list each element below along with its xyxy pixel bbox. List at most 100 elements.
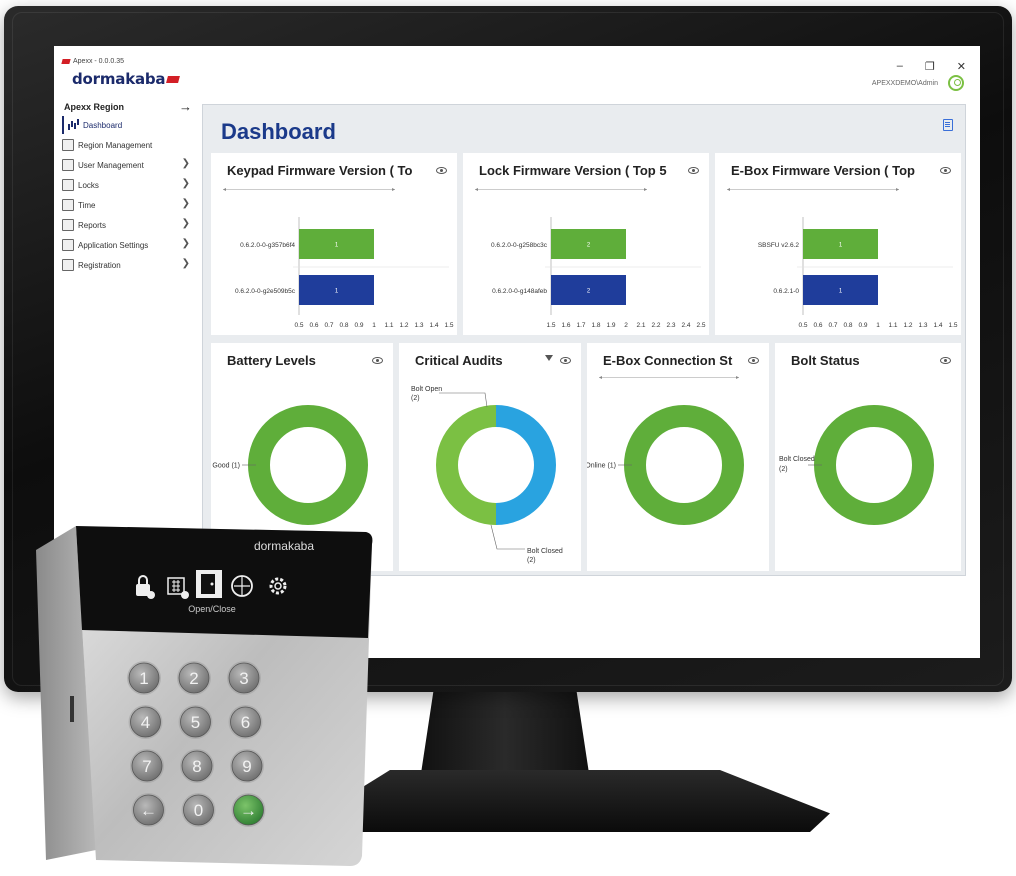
collapse-arrow-icon[interactable]: → xyxy=(179,99,192,114)
sidebar-item-label: Locks xyxy=(78,180,99,190)
x-tick-label: 1.5 xyxy=(948,322,957,329)
monitor-stand-neck xyxy=(420,690,590,780)
sidebar-item-application-settings[interactable]: Application Settings ❯ xyxy=(62,236,192,254)
x-tick-label: 2.3 xyxy=(666,322,675,329)
building-icon xyxy=(62,139,74,151)
x-tick-label: 1.5 xyxy=(546,322,555,329)
keypad-key-6[interactable]: 6 xyxy=(228,705,263,739)
data-label: 2 xyxy=(587,243,591,249)
filter-icon[interactable] xyxy=(545,355,553,361)
chart-scrollbar[interactable]: ◂ ▸ xyxy=(475,187,647,195)
bar-app xyxy=(551,275,626,305)
donut-slice xyxy=(496,405,556,525)
x-tick-label: 1.2 xyxy=(903,322,912,329)
close-button[interactable]: ✕ xyxy=(957,60,966,73)
keypad-key-7[interactable]: 7 xyxy=(130,749,164,783)
registration-icon xyxy=(62,259,74,271)
eye-icon[interactable] xyxy=(560,357,571,364)
svg-text:5: 5 xyxy=(191,713,200,732)
user-avatar-icon[interactable] xyxy=(948,75,964,91)
slice-label: (2) xyxy=(527,557,536,564)
chevron-right-icon: ❯ xyxy=(181,218,190,229)
keypad-key-1[interactable]: 1 xyxy=(127,661,161,695)
sidebar-item-region-management[interactable]: Region Management xyxy=(62,136,192,154)
chart-scrollbar[interactable]: ◂ ▸ xyxy=(599,375,739,383)
svg-text:9: 9 xyxy=(242,757,251,776)
x-tick-label: 1.8 xyxy=(591,322,600,329)
logo-flag-icon xyxy=(166,76,181,83)
report-icon xyxy=(62,219,74,231)
sidebar-item-time[interactable]: Time ❯ xyxy=(62,196,192,214)
data-label: 1 xyxy=(839,289,843,295)
eye-icon[interactable] xyxy=(372,357,383,364)
category-label: 0.6.2.0-0-g258bc3c xyxy=(491,242,548,249)
sidebar-item-locks[interactable]: Locks ❯ xyxy=(62,176,192,194)
x-tick-label: 0.6 xyxy=(309,322,318,329)
bar-boot xyxy=(299,229,374,259)
x-tick-label: 2.1 xyxy=(636,322,645,329)
x-tick-label: 1.6 xyxy=(561,322,570,329)
data-label: 2 xyxy=(587,289,591,295)
donut-slice xyxy=(624,405,744,525)
critical-audits-chart: Bolt Open (2) Bolt Closed (2) xyxy=(411,386,563,564)
x-tick-label: 1.1 xyxy=(384,322,393,329)
sidebar-item-label: Time xyxy=(78,200,96,210)
sidebar-header: Apexx Region → xyxy=(64,99,192,114)
sidebar-item-label: User Management xyxy=(78,160,144,170)
sidebar-item-dashboard[interactable]: Dashboard xyxy=(62,116,192,134)
keypad-key-back[interactable]: ← xyxy=(131,793,166,827)
chart-scrollbar[interactable]: ◂ ▸ xyxy=(223,187,395,195)
bar-boot xyxy=(551,229,626,259)
donut-slice xyxy=(436,405,496,525)
brand-name: dormakaba xyxy=(72,70,166,88)
x-tick-label: 1.4 xyxy=(429,322,438,329)
slice-label: Good (1) xyxy=(212,463,240,470)
eye-icon[interactable] xyxy=(940,167,951,174)
document-icon[interactable] xyxy=(943,119,953,131)
keypad-key-8[interactable]: 8 xyxy=(180,749,214,783)
eye-icon[interactable] xyxy=(748,357,759,364)
keypad-key-4[interactable]: 4 xyxy=(128,705,163,739)
minimize-button[interactable]: – xyxy=(897,60,903,73)
x-tick-label: 1.3 xyxy=(918,322,927,329)
donut-slice xyxy=(248,405,368,525)
keypad-key-0[interactable]: 0 xyxy=(181,793,216,827)
chart-scrollbar[interactable]: ◂ ▸ xyxy=(727,187,899,195)
maximize-button[interactable]: ❐ xyxy=(925,60,935,73)
keypad-key-enter[interactable]: → xyxy=(231,793,266,827)
sidebar-item-label: Dashboard xyxy=(83,120,123,130)
chevron-right-icon: ❯ xyxy=(181,158,190,169)
critical-audits-card: Critical Audits Bolt Open (2) Bolt Closed (… xyxy=(399,343,581,571)
card-title: Bolt Status xyxy=(791,353,860,368)
x-tick-label: 2.4 xyxy=(681,322,690,329)
keypad-port xyxy=(70,696,74,722)
eye-icon[interactable] xyxy=(688,167,699,174)
ebox-connection-chart: Online (1) xyxy=(587,405,744,525)
category-label: 0.6.2.0-0-g357b6f4 xyxy=(240,242,295,249)
card-title: E-Box Firmware Version ( Top xyxy=(731,163,915,178)
eye-icon[interactable] xyxy=(940,357,951,364)
keypad-key-2[interactable]: 2 xyxy=(177,661,211,695)
app-version-label: Apexx - 0.0.0.35 xyxy=(73,58,124,65)
keypad-key-9[interactable]: 9 xyxy=(230,749,264,783)
sidebar-item-user-management[interactable]: User Management ❯ xyxy=(62,156,192,174)
sidebar-item-reports[interactable]: Reports ❯ xyxy=(62,216,192,234)
x-tick-label: 1.7 xyxy=(576,322,585,329)
product-photo: Apexx - 0.0.0.35 dormakaba – ❐ ✕ APEXXDE… xyxy=(0,0,1016,876)
sidebar-item-registration[interactable]: Registration ❯ xyxy=(62,256,192,274)
svg-text:←: ← xyxy=(140,801,157,820)
data-label: 1 xyxy=(335,289,339,295)
keypad-key-3[interactable]: 3 xyxy=(227,661,261,695)
svg-text:0: 0 xyxy=(194,801,203,820)
data-label: 1 xyxy=(335,243,339,249)
keypad-display xyxy=(76,526,373,638)
x-tick-label: 0.5 xyxy=(294,322,303,329)
x-tick-label: 0.7 xyxy=(324,322,333,329)
x-tick-label: 0.7 xyxy=(828,322,837,329)
brand-logo: dormakaba xyxy=(72,70,181,88)
slice-leader xyxy=(439,392,488,408)
x-tick-label: 1.5 xyxy=(444,322,453,329)
keypad-key-5[interactable]: 5 xyxy=(178,705,213,739)
monitor-stand-base xyxy=(330,770,830,832)
eye-icon[interactable] xyxy=(436,167,447,174)
